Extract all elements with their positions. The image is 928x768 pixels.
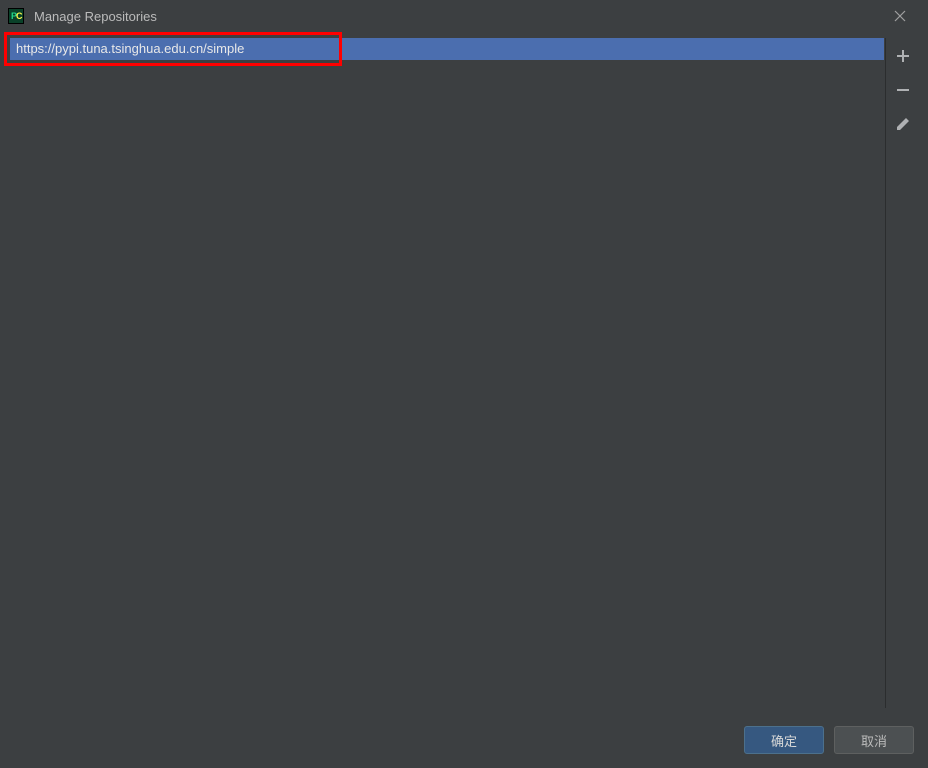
dialog-button-bar: 确定 取消 xyxy=(744,726,914,754)
pycharm-app-icon: P C xyxy=(8,8,24,24)
close-icon xyxy=(894,10,906,22)
edit-repository-button[interactable] xyxy=(891,112,915,136)
minus-icon xyxy=(895,82,911,98)
repository-item[interactable]: https://pypi.tuna.tsinghua.edu.cn/simple xyxy=(10,38,884,60)
divider xyxy=(885,38,886,708)
cancel-button[interactable]: 取消 xyxy=(834,726,914,754)
side-toolbar xyxy=(888,44,918,136)
pencil-icon xyxy=(895,116,911,132)
repository-list-panel: https://pypi.tuna.tsinghua.edu.cn/simple xyxy=(10,38,884,708)
window-title: Manage Repositories xyxy=(34,9,880,24)
add-repository-button[interactable] xyxy=(891,44,915,68)
titlebar: P C Manage Repositories xyxy=(0,0,928,32)
plus-icon xyxy=(895,48,911,64)
repository-list[interactable]: https://pypi.tuna.tsinghua.edu.cn/simple xyxy=(10,38,884,708)
close-button[interactable] xyxy=(880,0,920,32)
remove-repository-button[interactable] xyxy=(891,78,915,102)
svg-text:C: C xyxy=(16,11,23,21)
ok-button[interactable]: 确定 xyxy=(744,726,824,754)
